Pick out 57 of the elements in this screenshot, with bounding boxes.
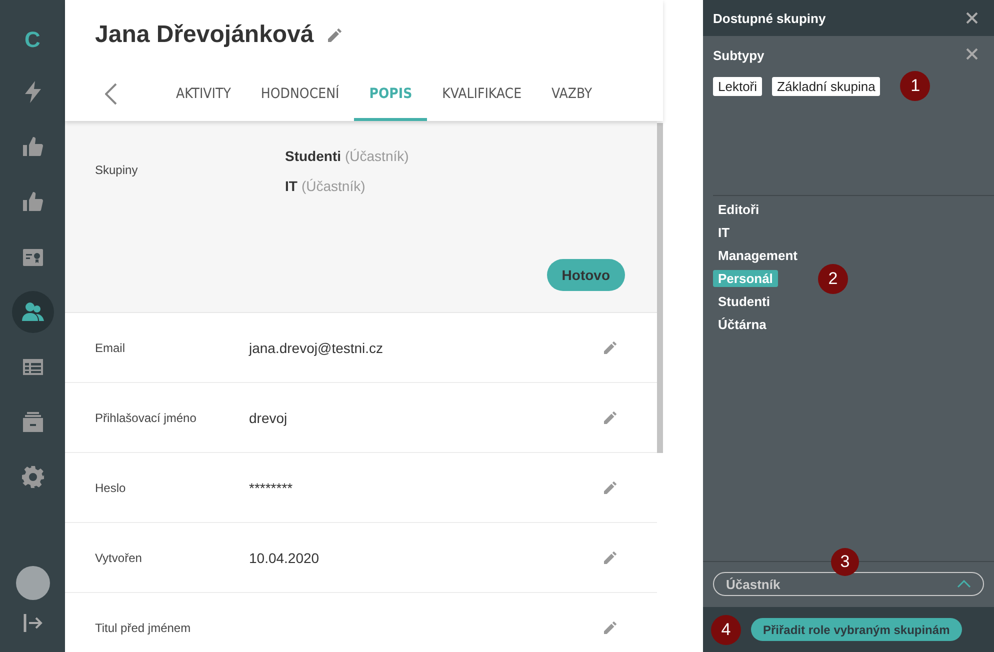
step-marker: 2	[818, 264, 848, 294]
lightning-icon	[22, 81, 42, 103]
edit-icon[interactable]	[604, 411, 617, 424]
group-item[interactable]: Studenti	[713, 293, 775, 310]
edit-icon[interactable]	[604, 621, 617, 634]
field-value: jana.drevoj@testni.cz	[249, 340, 384, 356]
person-name: Jana Dřevojánková	[95, 21, 314, 49]
field-label: Titul před jménem	[95, 620, 192, 634]
group-item[interactable]: IT	[713, 224, 735, 241]
edit-icon[interactable]	[604, 481, 617, 494]
group-item[interactable]: Účtárna	[713, 316, 772, 333]
subtype-chip[interactable]: Lektoři	[713, 76, 762, 96]
thumbs-up-icon	[22, 137, 42, 157]
group-role: (Účastník)	[345, 148, 409, 164]
thumbs-up-icon	[22, 192, 42, 212]
field-label: Skupiny	[95, 163, 139, 179]
tab[interactable]: HODNOCENÍ	[246, 70, 354, 121]
user-avatar[interactable]	[16, 566, 50, 600]
step-marker: 4	[711, 614, 741, 644]
logout-icon[interactable]	[22, 614, 42, 632]
step-marker: 1	[900, 71, 930, 101]
archive-icon	[22, 412, 42, 432]
edit-icon[interactable]	[604, 551, 617, 564]
field-label: Přihlašovací jméno	[95, 410, 198, 424]
field-value: drevoj	[249, 410, 288, 426]
field-value: ********	[249, 480, 294, 496]
users-icon	[22, 302, 44, 322]
field-label: Email	[95, 340, 126, 354]
field-label: Heslo	[95, 480, 127, 494]
close-icon[interactable]	[966, 48, 978, 60]
role-select[interactable]: Účastník	[713, 572, 984, 596]
nav-item[interactable]	[12, 291, 54, 333]
done-button[interactable]: Hotovo	[546, 259, 625, 291]
table-icon	[22, 359, 42, 375]
tab[interactable]: KVALIFIKACE	[427, 70, 537, 121]
step-marker: 3	[831, 548, 859, 576]
panel-title: Dostupné skupiny	[713, 10, 826, 26]
assign-button[interactable]: Přiřadit role vybraným skupinám	[751, 618, 962, 641]
group-name: Studenti	[285, 148, 341, 164]
tab[interactable]: AKTIVITY	[161, 70, 246, 121]
tab[interactable]: VAZBY	[536, 70, 608, 121]
group-name: IT	[285, 178, 298, 194]
section-title: Subtypy	[713, 48, 764, 63]
field-label: Vytvořen	[95, 550, 143, 564]
scrollbar-thumb[interactable]	[657, 123, 663, 453]
group-item[interactable]: Editoři	[713, 201, 764, 218]
certificate-icon	[22, 248, 42, 266]
app-logo[interactable]: C	[24, 27, 40, 65]
group-role: (Účastník)	[301, 178, 366, 194]
group-item[interactable]: Management	[713, 247, 802, 264]
caret-icon	[957, 580, 971, 588]
settings-icon	[22, 466, 44, 488]
close-icon[interactable]	[966, 12, 978, 24]
field-value: 10.04.2020	[249, 550, 320, 566]
edit-icon[interactable]	[604, 341, 617, 354]
subtype-chip[interactable]: Základní skupina	[772, 76, 880, 96]
edit-icon[interactable]	[328, 28, 342, 42]
